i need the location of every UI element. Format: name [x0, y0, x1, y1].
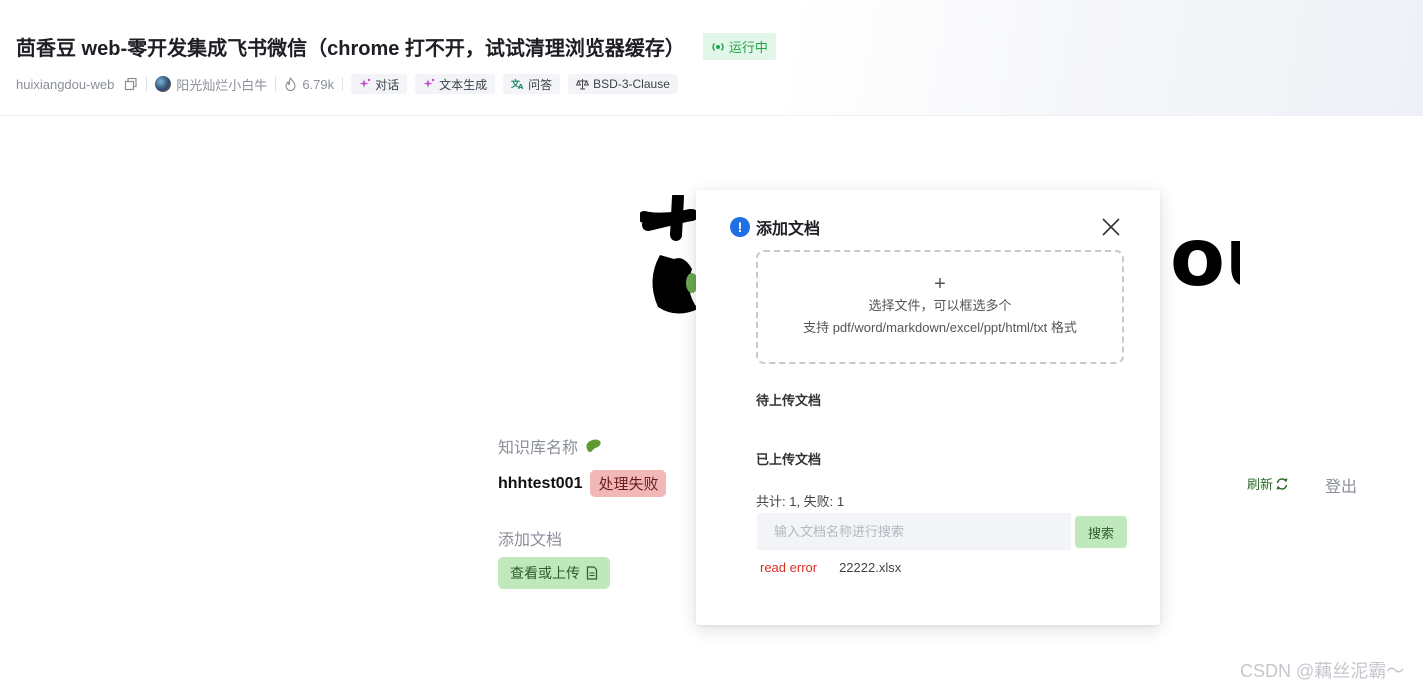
tag-text-generation[interactable]: 文本生成	[415, 74, 496, 94]
meta-row: huixiangdou-web 阳光灿烂小白牛 6.79k 对话 文本生成 文 …	[16, 74, 686, 94]
bean-icon	[586, 439, 601, 453]
broadcast-icon	[712, 42, 724, 51]
view-upload-label: 查看或上传	[510, 565, 580, 581]
status-label: 运行中	[728, 40, 768, 55]
plus-icon: +	[934, 273, 946, 295]
kb-name-row: hhhtest001 处理失败	[498, 470, 667, 497]
svg-text:A: A	[518, 83, 524, 90]
sparkle-icon	[423, 78, 435, 88]
refresh-icon	[1276, 477, 1288, 490]
tag-label: 问答	[528, 77, 553, 92]
copy-icon[interactable]	[124, 77, 138, 91]
tag-label: 文本生成	[439, 77, 488, 92]
likes-count: 6.79k	[302, 76, 335, 92]
kb-label-text: 知识库名称	[498, 440, 579, 457]
file-status: read error	[760, 560, 818, 575]
title-row: 茴香豆 web-零开发集成飞书微信（chrome 打不开，试试清理浏览器缓存） …	[16, 32, 776, 61]
modal-header: ! 添加文档	[730, 215, 820, 239]
scale-icon	[576, 79, 590, 90]
likes[interactable]: 6.79k	[284, 77, 334, 92]
view-upload-button[interactable]: 查看或上传	[498, 557, 610, 589]
tag-license[interactable]: BSD-3-Clause	[568, 74, 678, 94]
kb-status-badge: 处理失败	[590, 470, 667, 497]
logo-text: ou	[1170, 211, 1240, 304]
status-badge: 运行中	[702, 33, 776, 60]
uploaded-docs-label: 已上传文档	[756, 452, 822, 467]
add-doc-label: 添加文档	[498, 532, 563, 549]
tag-qa[interactable]: 文A 问答	[503, 74, 561, 94]
watermark: CSDN @藕丝泥霸～	[1240, 661, 1405, 681]
kb-label: 知识库名称	[498, 434, 602, 458]
refresh-label: 刷新	[1247, 477, 1274, 492]
modal-title: 添加文档	[756, 221, 821, 238]
kb-name: hhhtest001	[498, 474, 583, 492]
dropzone-hint: 选择文件，可以框选多个	[868, 298, 1012, 313]
sparkle-icon	[359, 78, 371, 88]
avatar	[155, 76, 172, 92]
info-icon: !	[730, 217, 750, 237]
document-icon	[586, 566, 598, 580]
file-name: 22222.xlsx	[839, 560, 902, 575]
tag-chat[interactable]: 对话	[351, 74, 408, 94]
upload-stats: 共计: 1, 失败: 1	[756, 494, 845, 509]
pending-docs-label: 待上传文档	[756, 393, 822, 408]
tag-label: 对话	[375, 77, 400, 92]
author-name: 阳光灿烂小白牛	[176, 77, 268, 93]
translate-icon: 文A	[511, 78, 524, 90]
search-button[interactable]: 搜索	[1075, 516, 1127, 548]
file-dropzone[interactable]: + 选择文件，可以框选多个 支持 pdf/word/markdown/excel…	[756, 250, 1124, 364]
add-document-modal: ! 添加文档 + 选择文件，可以框选多个 支持 pdf/word/markdow…	[696, 190, 1160, 625]
refresh-button[interactable]: 刷新	[1247, 474, 1289, 493]
doc-search-input[interactable]	[757, 513, 1071, 550]
page-title: 茴香豆 web-零开发集成飞书微信（chrome 打不开，试试清理浏览器缓存）	[16, 38, 685, 60]
dropzone-formats: 支持 pdf/word/markdown/excel/ppt/html/txt …	[803, 320, 1077, 335]
tag-label: BSD-3-Clause	[593, 77, 670, 91]
space-header: 茴香豆 web-零开发集成飞书微信（chrome 打不开，试试清理浏览器缓存） …	[0, 0, 1423, 116]
divider	[275, 77, 277, 91]
logout-button[interactable]: 登出	[1325, 473, 1357, 497]
close-icon[interactable]	[1100, 216, 1122, 238]
author[interactable]: 阳光灿烂小白牛	[155, 75, 267, 94]
flame-icon	[285, 77, 296, 91]
repo-name[interactable]: huixiangdou-web	[16, 77, 114, 92]
repo-label: huixiangdou-web	[16, 76, 115, 92]
divider	[342, 77, 344, 91]
list-item: read error 22222.xlsx	[760, 560, 901, 575]
divider	[146, 77, 148, 91]
